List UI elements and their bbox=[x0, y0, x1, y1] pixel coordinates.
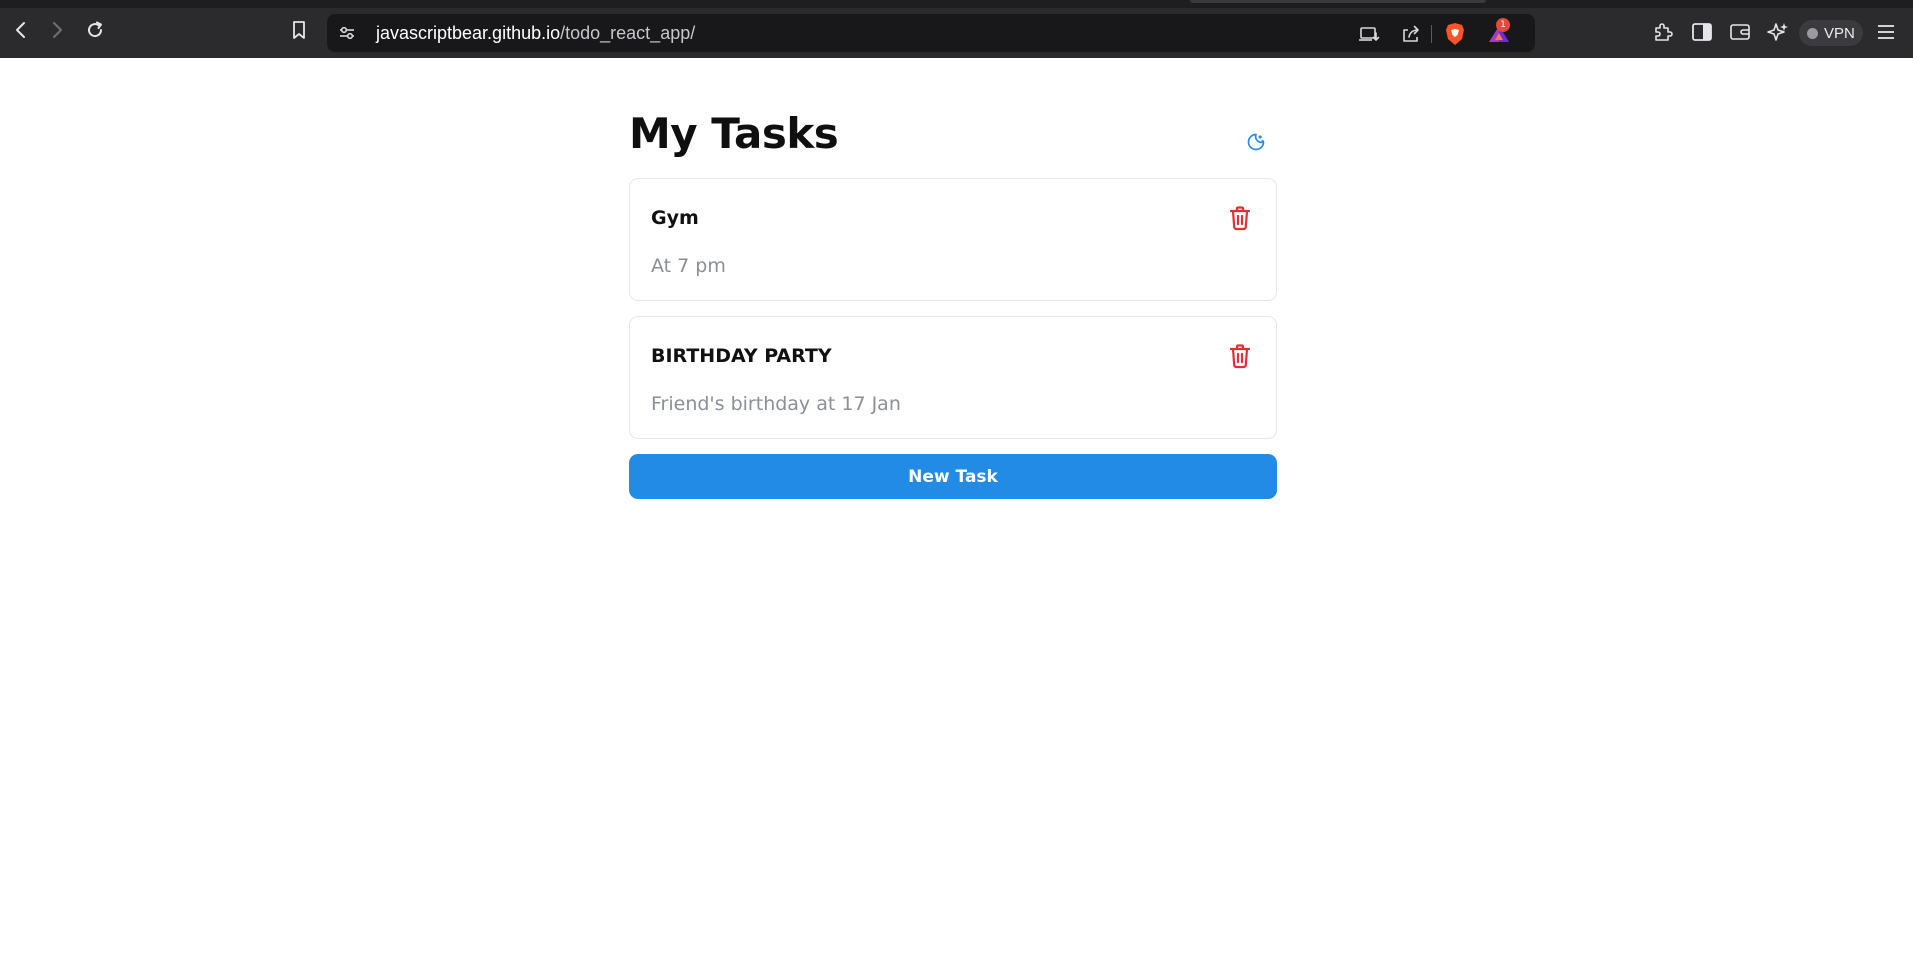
bookmark-icon bbox=[293, 21, 305, 39]
url-path: /todo_react_app/ bbox=[560, 23, 696, 43]
url-text[interactable]: javascriptbear.github.io/todo_react_app/ bbox=[376, 23, 695, 43]
share-icon bbox=[1403, 25, 1419, 42]
theme-toggle-button[interactable] bbox=[1240, 126, 1272, 158]
app-header: My Tasks bbox=[629, 58, 1277, 178]
share-button[interactable] bbox=[1399, 22, 1423, 46]
leo-ai-icon bbox=[1767, 23, 1788, 41]
reload-button[interactable] bbox=[82, 17, 108, 43]
new-task-button[interactable]: New Task bbox=[629, 454, 1277, 499]
task-title: Gym bbox=[651, 207, 699, 229]
back-button[interactable] bbox=[8, 17, 34, 43]
toolbar-separator bbox=[1431, 25, 1432, 43]
back-arrow-icon bbox=[16, 22, 25, 38]
delete-task-button[interactable] bbox=[1224, 202, 1256, 234]
vpn-status-dot bbox=[1807, 27, 1818, 39]
wallet-icon bbox=[1730, 24, 1750, 40]
rewards-badge: 1 bbox=[1496, 18, 1510, 32]
delete-task-button[interactable] bbox=[1224, 340, 1256, 372]
install-app-icon bbox=[1359, 27, 1380, 42]
vpn-button[interactable]: VPN bbox=[1799, 20, 1863, 46]
trash-icon bbox=[1229, 206, 1251, 231]
forward-button[interactable] bbox=[44, 17, 70, 43]
task-card: Gym At 7 pm bbox=[629, 178, 1277, 301]
forward-arrow-icon bbox=[53, 22, 62, 38]
task-description: At 7 pm bbox=[651, 255, 726, 277]
address-bar[interactable]: javascriptbear.github.io/todo_react_app/… bbox=[327, 14, 1535, 52]
install-app-button[interactable] bbox=[1357, 22, 1381, 46]
sidebar-icon bbox=[1692, 23, 1712, 41]
site-settings-icon[interactable] bbox=[337, 23, 357, 43]
moon-icon bbox=[1247, 133, 1265, 151]
vpn-label: VPN bbox=[1824, 24, 1855, 42]
trash-icon bbox=[1229, 344, 1251, 369]
hamburger-menu-icon bbox=[1878, 25, 1894, 39]
tab-indicator bbox=[1190, 0, 1486, 3]
brave-shields-button[interactable] bbox=[1443, 22, 1467, 46]
task-description: Friend's birthday at 17 Jan bbox=[651, 393, 901, 415]
reload-icon bbox=[88, 21, 103, 38]
browser-toolbar: javascriptbear.github.io/todo_react_app/… bbox=[0, 0, 1913, 58]
main-menu-button[interactable] bbox=[1874, 20, 1898, 44]
tab-strip bbox=[0, 0, 1913, 8]
page-title: My Tasks bbox=[629, 109, 839, 158]
task-card: BIRTHDAY PARTY Friend's birthday at 17 J… bbox=[629, 316, 1277, 439]
extensions-button[interactable] bbox=[1651, 20, 1675, 44]
bookmark-button[interactable] bbox=[286, 17, 312, 43]
todo-app: My Tasks Gym At 7 pm BIRTHDAY PARTY Frie… bbox=[629, 58, 1277, 499]
sidebar-button[interactable] bbox=[1690, 20, 1714, 44]
extensions-icon bbox=[1655, 23, 1673, 41]
task-title: BIRTHDAY PARTY bbox=[651, 345, 832, 367]
brave-shields-icon bbox=[1446, 23, 1464, 45]
wallet-button[interactable] bbox=[1728, 20, 1752, 44]
url-host: javascriptbear.github.io bbox=[376, 23, 561, 43]
leo-ai-button[interactable] bbox=[1766, 20, 1790, 44]
